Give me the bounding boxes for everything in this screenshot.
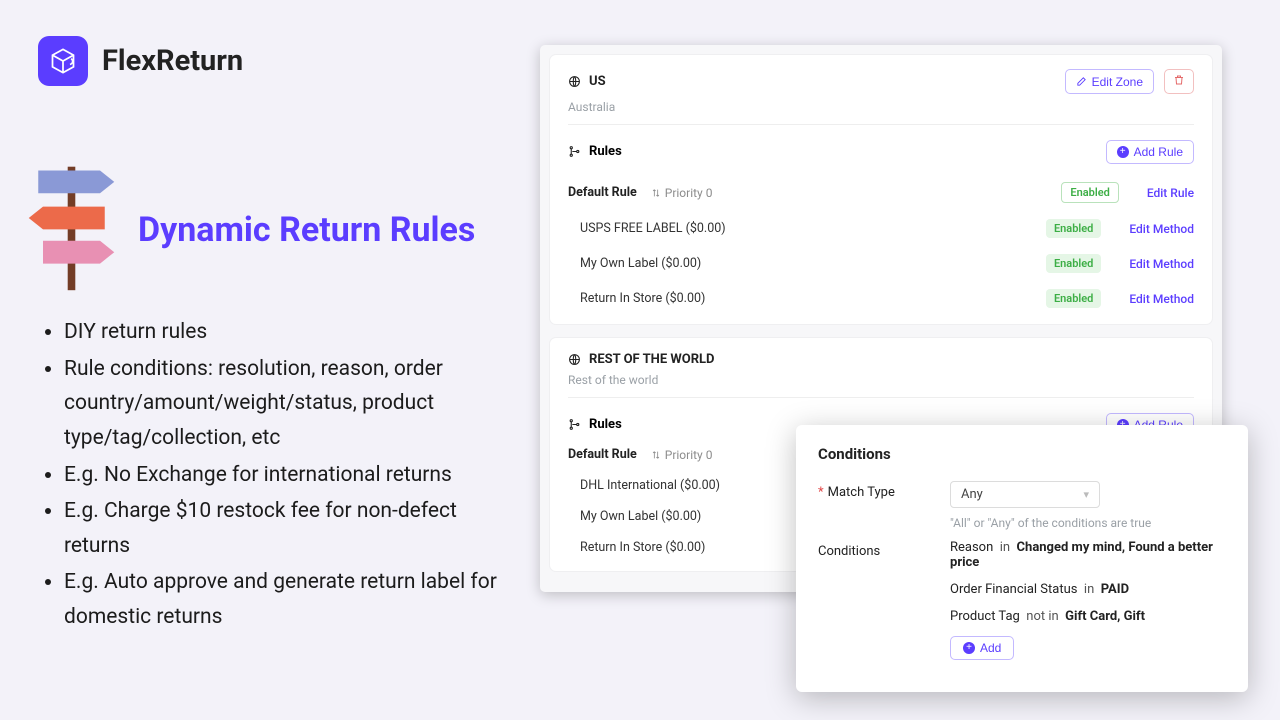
conditions-popover: Conditions *Match Type Any ▾ "All" or "A… <box>796 425 1248 692</box>
rule-method-row: Return In Store ($0.00) Enabled Edit Met… <box>568 281 1194 316</box>
enabled-badge: Enabled <box>1046 254 1101 273</box>
branch-icon <box>568 145 581 158</box>
rule-method-row: USPS FREE LABEL ($0.00) Enabled Edit Met… <box>568 211 1194 246</box>
signpost-illustration <box>24 160 119 295</box>
chevron-down-icon: ▾ <box>1083 488 1089 501</box>
default-rule-label: Default Rule <box>568 185 637 200</box>
hero-bullet: E.g. No Exchange for international retur… <box>64 458 524 493</box>
rule-method-label: DHL International ($0.00) <box>580 478 720 493</box>
globe-icon <box>568 353 581 366</box>
hero-bullet: DIY return rules <box>64 315 524 350</box>
trash-icon <box>1173 74 1185 86</box>
globe-icon <box>568 75 581 88</box>
sort-icon <box>651 450 661 460</box>
priority-text: Priority 0 <box>665 186 713 200</box>
enabled-badge: Enabled <box>1046 289 1101 308</box>
rule-method-label: My Own Label ($0.00) <box>580 256 701 271</box>
delete-zone-button[interactable] <box>1164 69 1194 94</box>
branch-icon <box>568 418 581 431</box>
popover-title: Conditions <box>818 445 1226 463</box>
app-logo <box>38 36 88 86</box>
add-rule-label: Add Rule <box>1134 145 1183 159</box>
sort-icon <box>651 188 661 198</box>
hero-title: Dynamic Return Rules <box>138 210 514 250</box>
zone-title: US <box>589 74 606 89</box>
priority-text: Priority 0 <box>665 448 713 462</box>
rule-method-label: Return In Store ($0.00) <box>580 291 705 306</box>
edit-method-link[interactable]: Edit Method <box>1129 292 1194 306</box>
zone-title: REST OF THE WORLD <box>589 352 715 367</box>
hero-bullets: DIY return rules Rule conditions: resolu… <box>64 315 524 637</box>
pencil-icon <box>1076 76 1087 87</box>
edit-rule-link[interactable]: Edit Rule <box>1147 186 1194 200</box>
conditions-label: Conditions <box>818 540 950 559</box>
rule-method-label: USPS FREE LABEL ($0.00) <box>580 221 726 236</box>
edit-method-link[interactable]: Edit Method <box>1129 222 1194 236</box>
hero-bullet: E.g. Auto approve and generate return la… <box>64 565 524 634</box>
plus-icon: + <box>1117 146 1129 158</box>
match-type-value: Any <box>961 487 983 502</box>
rule-method-label: Return In Store ($0.00) <box>580 540 705 555</box>
edit-zone-label: Edit Zone <box>1092 75 1143 89</box>
zone-subtitle: Australia <box>568 100 1194 125</box>
condition-line: Order Financial Status in PAID <box>950 582 1226 597</box>
match-type-hint: "All" or "Any" of the conditions are tru… <box>950 516 1226 530</box>
rules-heading: Rules <box>589 417 622 432</box>
brand-name: FlexReturn <box>102 44 243 78</box>
enabled-badge: Enabled <box>1061 182 1118 203</box>
condition-line: Reason in Changed my mind, Found a bette… <box>950 540 1226 570</box>
rule-priority: Priority 0 <box>651 448 713 462</box>
add-condition-button[interactable]: + Add <box>950 636 1014 660</box>
match-type-select[interactable]: Any ▾ <box>950 481 1100 508</box>
hero: Dynamic Return Rules DIY return rules Ru… <box>24 160 514 250</box>
zone-card-us: US Edit Zone Australia Rules + Add Rule <box>550 55 1212 324</box>
plus-icon: + <box>963 642 975 654</box>
match-type-label: *Match Type <box>818 481 950 500</box>
default-rule-label: Default Rule <box>568 447 637 462</box>
enabled-badge: Enabled <box>1046 219 1101 238</box>
edit-method-link[interactable]: Edit Method <box>1129 257 1194 271</box>
add-condition-label: Add <box>980 641 1001 655</box>
rule-method-label: My Own Label ($0.00) <box>580 509 701 524</box>
condition-line: Product Tag not in Gift Card, Gift <box>950 609 1226 624</box>
hero-bullet: Rule conditions: resolution, reason, ord… <box>64 352 524 456</box>
rules-heading: Rules <box>589 144 622 159</box>
brand: FlexReturn <box>38 36 243 86</box>
rule-method-row: My Own Label ($0.00) Enabled Edit Method <box>568 246 1194 281</box>
zone-subtitle: Rest of the world <box>568 373 1194 398</box>
edit-zone-button[interactable]: Edit Zone <box>1065 69 1154 94</box>
hero-bullet: E.g. Charge $10 restock fee for non-defe… <box>64 494 524 563</box>
rule-priority: Priority 0 <box>651 186 713 200</box>
default-rule-row: Default Rule Priority 0 Enabled Edit Rul… <box>568 174 1194 211</box>
add-rule-button[interactable]: + Add Rule <box>1106 140 1194 164</box>
